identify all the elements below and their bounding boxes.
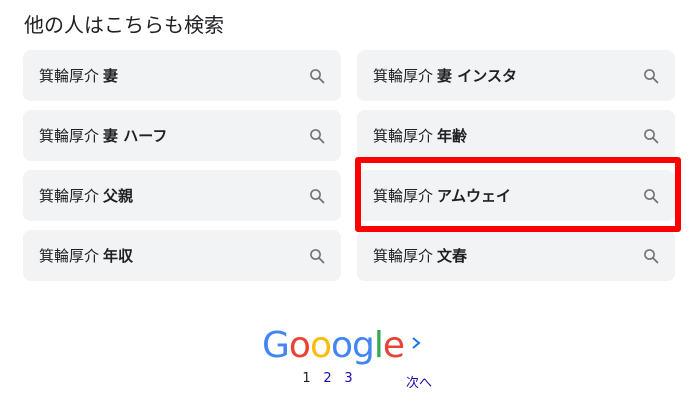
chip-label: 箕輪厚介妻 インスタ bbox=[373, 67, 517, 85]
logo-letter: o bbox=[330, 325, 353, 366]
related-search-chip[interactable]: 箕輪厚介妻 bbox=[23, 50, 341, 101]
pagination: Gooogle 1 2 3 次へ bbox=[262, 324, 442, 394]
related-search-chip[interactable]: 箕輪厚介妻 インスタ bbox=[357, 50, 675, 101]
logo-letter: o bbox=[309, 325, 332, 366]
logo-letter: G bbox=[262, 325, 290, 366]
logo-letter: e bbox=[382, 325, 405, 366]
page-link[interactable]: 2 bbox=[317, 370, 338, 388]
chevron-right-icon[interactable] bbox=[409, 332, 423, 354]
search-icon bbox=[310, 188, 325, 203]
next-link[interactable]: 次へ bbox=[406, 372, 432, 391]
related-search-chip[interactable]: 箕輪厚介妻 ハーフ bbox=[23, 110, 341, 161]
page-numbers: 1 2 3 bbox=[296, 370, 359, 388]
search-icon bbox=[644, 248, 659, 263]
page-link[interactable]: 3 bbox=[338, 370, 359, 388]
highlight-box bbox=[355, 157, 681, 232]
related-search-chip[interactable]: 箕輪厚介 文春 bbox=[357, 230, 675, 281]
google-logo: Gooogle bbox=[262, 324, 405, 368]
search-icon bbox=[310, 68, 325, 83]
search-icon bbox=[644, 128, 659, 143]
related-search-chip[interactable]: 箕輪厚介 年収 bbox=[23, 230, 341, 281]
logo-letter: g bbox=[352, 325, 375, 366]
chip-label: 箕輪厚介妻 bbox=[39, 67, 119, 85]
search-icon bbox=[644, 68, 659, 83]
logo-letter: l bbox=[373, 325, 384, 366]
chip-label: 箕輪厚介妻 ハーフ bbox=[39, 127, 168, 145]
related-search-chip[interactable]: 箕輪厚介 父親 bbox=[23, 170, 341, 221]
chip-label: 箕輪厚介 年齢 bbox=[373, 127, 468, 145]
logo-letter: o bbox=[288, 325, 311, 366]
section-heading: 他の人はこちらも検索 bbox=[24, 13, 224, 37]
chip-label: 箕輪厚介 年収 bbox=[39, 247, 134, 265]
search-icon bbox=[310, 248, 325, 263]
search-icon bbox=[310, 128, 325, 143]
page-current: 1 bbox=[302, 371, 311, 386]
chip-label: 箕輪厚介 父親 bbox=[39, 187, 134, 205]
related-search-chip[interactable]: 箕輪厚介 年齢 bbox=[357, 110, 675, 161]
chip-label: 箕輪厚介 文春 bbox=[373, 247, 468, 265]
